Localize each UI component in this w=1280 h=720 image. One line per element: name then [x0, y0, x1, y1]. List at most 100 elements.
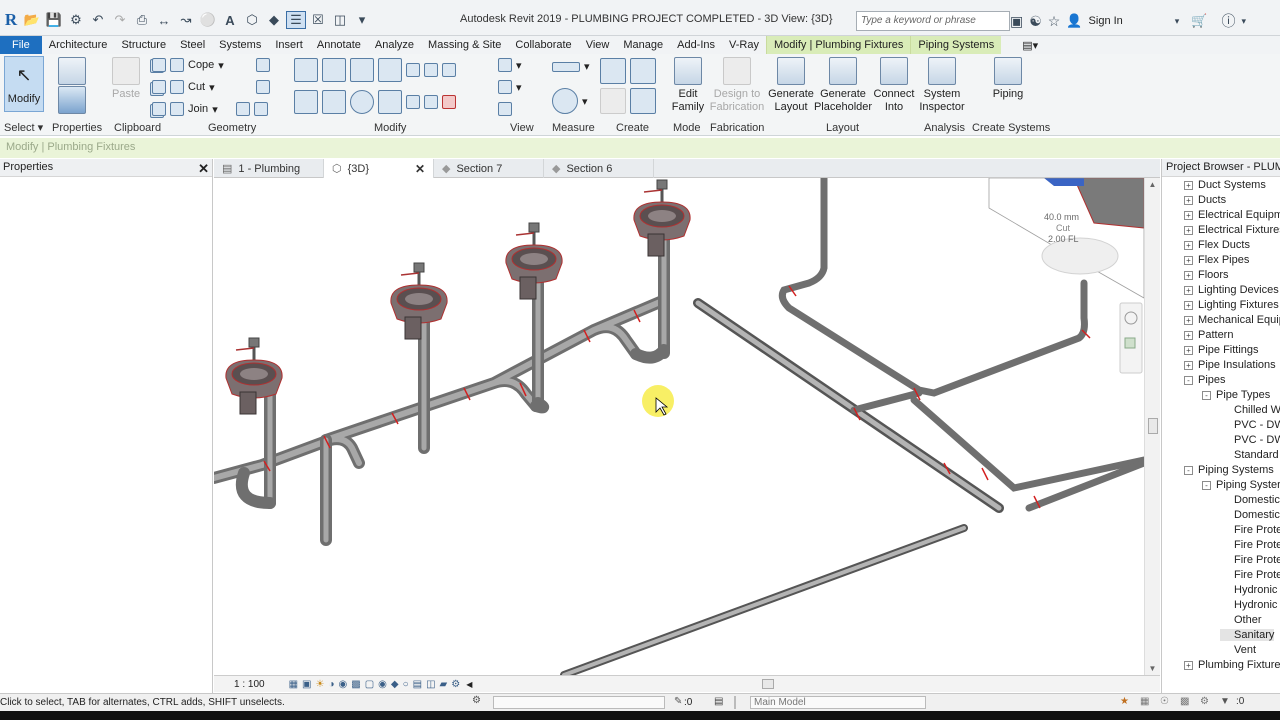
collapse-icon[interactable]: - [1184, 465, 1193, 475]
switch-windows-icon[interactable]: ◫ [330, 11, 350, 29]
tab-add-ins[interactable]: Add-Ins [670, 36, 722, 54]
worksets-icon[interactable]: ⚙ [472, 695, 481, 706]
browser-item[interactable]: + Pipe Insulations [1184, 359, 1276, 371]
collapse-icon[interactable]: - [1202, 390, 1211, 400]
tab-piping-systems[interactable]: Piping Systems [911, 36, 1002, 54]
reveal-constraints-icon[interactable]: ⚙ [451, 679, 460, 690]
select-dropdown[interactable]: Select ▾ [4, 121, 43, 134]
browser-item[interactable]: - Piping Syster [1202, 479, 1280, 491]
expand-icon[interactable]: + [1184, 360, 1193, 370]
favorites-icon[interactable]: ☆ [1048, 13, 1061, 30]
search-input[interactable]: Type a keyword or phrase [856, 11, 1010, 31]
browser-item[interactable]: Fire Prote [1220, 554, 1280, 566]
design-to-fabrication-button[interactable]: Design to Fabrication [710, 57, 764, 114]
scroll-up-icon[interactable]: ▲ [1145, 180, 1160, 189]
browser-item[interactable]: + Flex Pipes [1184, 254, 1249, 266]
temp-hide-icon[interactable]: ◆ [391, 679, 399, 690]
sign-in-dropdown-icon[interactable]: ▾ [1175, 16, 1180, 27]
sync-icon[interactable]: ⚙ [66, 11, 86, 29]
geometry-tool-3[interactable] [236, 102, 268, 116]
tab-section-7[interactable]: ◆ Section 7 [434, 159, 544, 178]
detail-level-icon[interactable]: ▦ [289, 679, 298, 690]
pipe-model-canvas[interactable]: 40.0 mm Cut 2.00 FL [214, 178, 1144, 675]
reveal-hidden-icon[interactable]: ○ [403, 679, 409, 690]
scroll-down-icon[interactable]: ▼ [1145, 664, 1160, 673]
tab-systems[interactable]: Systems [212, 36, 268, 54]
design-options-icon[interactable]: ▤ [714, 696, 723, 707]
measure-between-button[interactable]: ▾ [552, 60, 590, 73]
tab-analyze[interactable]: Analyze [368, 36, 421, 54]
tab-collaborate[interactable]: Collaborate [508, 36, 578, 54]
linework-button[interactable] [498, 102, 512, 116]
delete-icon[interactable] [442, 95, 456, 109]
tab-insert[interactable]: Insert [268, 36, 310, 54]
browser-item[interactable]: + Pipe Fittings [1184, 344, 1259, 356]
tab-section-6[interactable]: ◆ Section 6 [544, 159, 654, 178]
expand-icon[interactable]: + [1184, 345, 1193, 355]
copy-small-icon[interactable] [424, 63, 438, 77]
render-icon[interactable]: ◉ [339, 679, 348, 690]
browser-item[interactable]: + Lighting Fixtures [1184, 299, 1279, 311]
3d-viewport[interactable]: 40.0 mm Cut 2.00 FL [214, 178, 1144, 675]
horizontal-scroll-thumb[interactable] [762, 679, 775, 689]
sign-in-link[interactable]: Sign In [1089, 15, 1123, 27]
browser-item[interactable]: + Pattern [1184, 329, 1233, 341]
expand-icon[interactable]: + [1184, 315, 1193, 325]
subscription-icon[interactable]: ☯ [1029, 13, 1042, 30]
editing-requests-icon[interactable]: ✎ [674, 696, 682, 707]
tab-manage[interactable]: Manage [616, 36, 670, 54]
redo-icon[interactable]: ↷ [110, 11, 130, 29]
tab-file[interactable]: File [0, 36, 42, 54]
edit-family-button[interactable]: Edit Family [670, 57, 706, 114]
type-properties-button[interactable] [58, 57, 86, 88]
binoculars-icon[interactable]: ▣ [1010, 13, 1023, 30]
measure-along-button[interactable]: ▾ [552, 88, 588, 114]
expand-icon[interactable]: + [1184, 180, 1193, 190]
system-inspector-button[interactable]: System Inspector [918, 57, 966, 114]
revit-logo[interactable]: R [0, 9, 22, 31]
mirror-axis-icon[interactable] [350, 58, 374, 82]
scroll-left-icon[interactable]: ◀ [466, 680, 472, 689]
app-store-icon[interactable]: 🛒 [1191, 13, 1207, 29]
scroll-thumb[interactable] [1148, 418, 1158, 434]
browser-item[interactable]: Hydronic [1220, 584, 1277, 596]
show-crop-icon[interactable]: ▢ [365, 679, 374, 690]
collapse-icon[interactable]: - [1202, 480, 1211, 490]
browser-item[interactable]: + Mechanical Equip [1184, 314, 1280, 326]
sun-path-icon[interactable]: ☀ [316, 679, 325, 690]
move-icon[interactable] [294, 90, 318, 114]
undo-icon[interactable]: ↶ [88, 11, 108, 29]
select-pinned-icon[interactable]: ☉ [1160, 696, 1169, 707]
tab-view[interactable]: View [579, 36, 617, 54]
select-by-face-icon[interactable]: ▩ [1180, 696, 1189, 707]
highlight-displacement-icon[interactable]: ▰ [440, 679, 448, 690]
hide-in-view-button[interactable]: ▾ [498, 58, 522, 72]
tab-modify-plumbing-fixtures[interactable]: Modify | Plumbing Fixtures [766, 36, 912, 54]
cope-button[interactable]: Cope ▾ [152, 58, 224, 72]
browser-item[interactable]: - Pipe Types [1202, 389, 1270, 401]
modify-button[interactable]: ↖ Modify [4, 56, 44, 112]
tab-architecture[interactable]: Architecture [42, 36, 115, 54]
tab-structure[interactable]: Structure [114, 36, 173, 54]
create-assembly-button[interactable] [600, 58, 656, 84]
browser-item[interactable]: PVC - DW [1220, 419, 1280, 431]
browser-item[interactable]: - Piping Systems [1184, 464, 1274, 476]
move-small-icon[interactable] [406, 63, 420, 77]
expand-icon[interactable]: + [1184, 225, 1193, 235]
browser-item[interactable]: Other [1220, 614, 1262, 626]
filter-count[interactable]: :0 [1236, 696, 1244, 707]
open-icon[interactable]: 📂 [22, 11, 42, 29]
tab-annotate[interactable]: Annotate [310, 36, 368, 54]
browser-item[interactable]: PVC - DW [1220, 434, 1280, 446]
browser-item[interactable]: + Duct Systems [1184, 179, 1266, 191]
tag-icon[interactable]: ⚪ [198, 11, 218, 29]
browser-item[interactable]: - Pipes [1184, 374, 1226, 386]
shadows-icon[interactable]: ◑ [328, 679, 334, 690]
ribbon-options-icon[interactable]: ▤▾ [1015, 36, 1045, 54]
browser-item[interactable]: + Flex Ducts [1184, 239, 1250, 251]
paste-button[interactable]: Paste [112, 57, 140, 101]
scale-icon[interactable] [424, 95, 438, 109]
lock-view-icon[interactable]: ◉ [378, 679, 387, 690]
browser-item[interactable]: Vent [1220, 644, 1256, 656]
override-graphics-button[interactable]: ▾ [498, 80, 522, 94]
